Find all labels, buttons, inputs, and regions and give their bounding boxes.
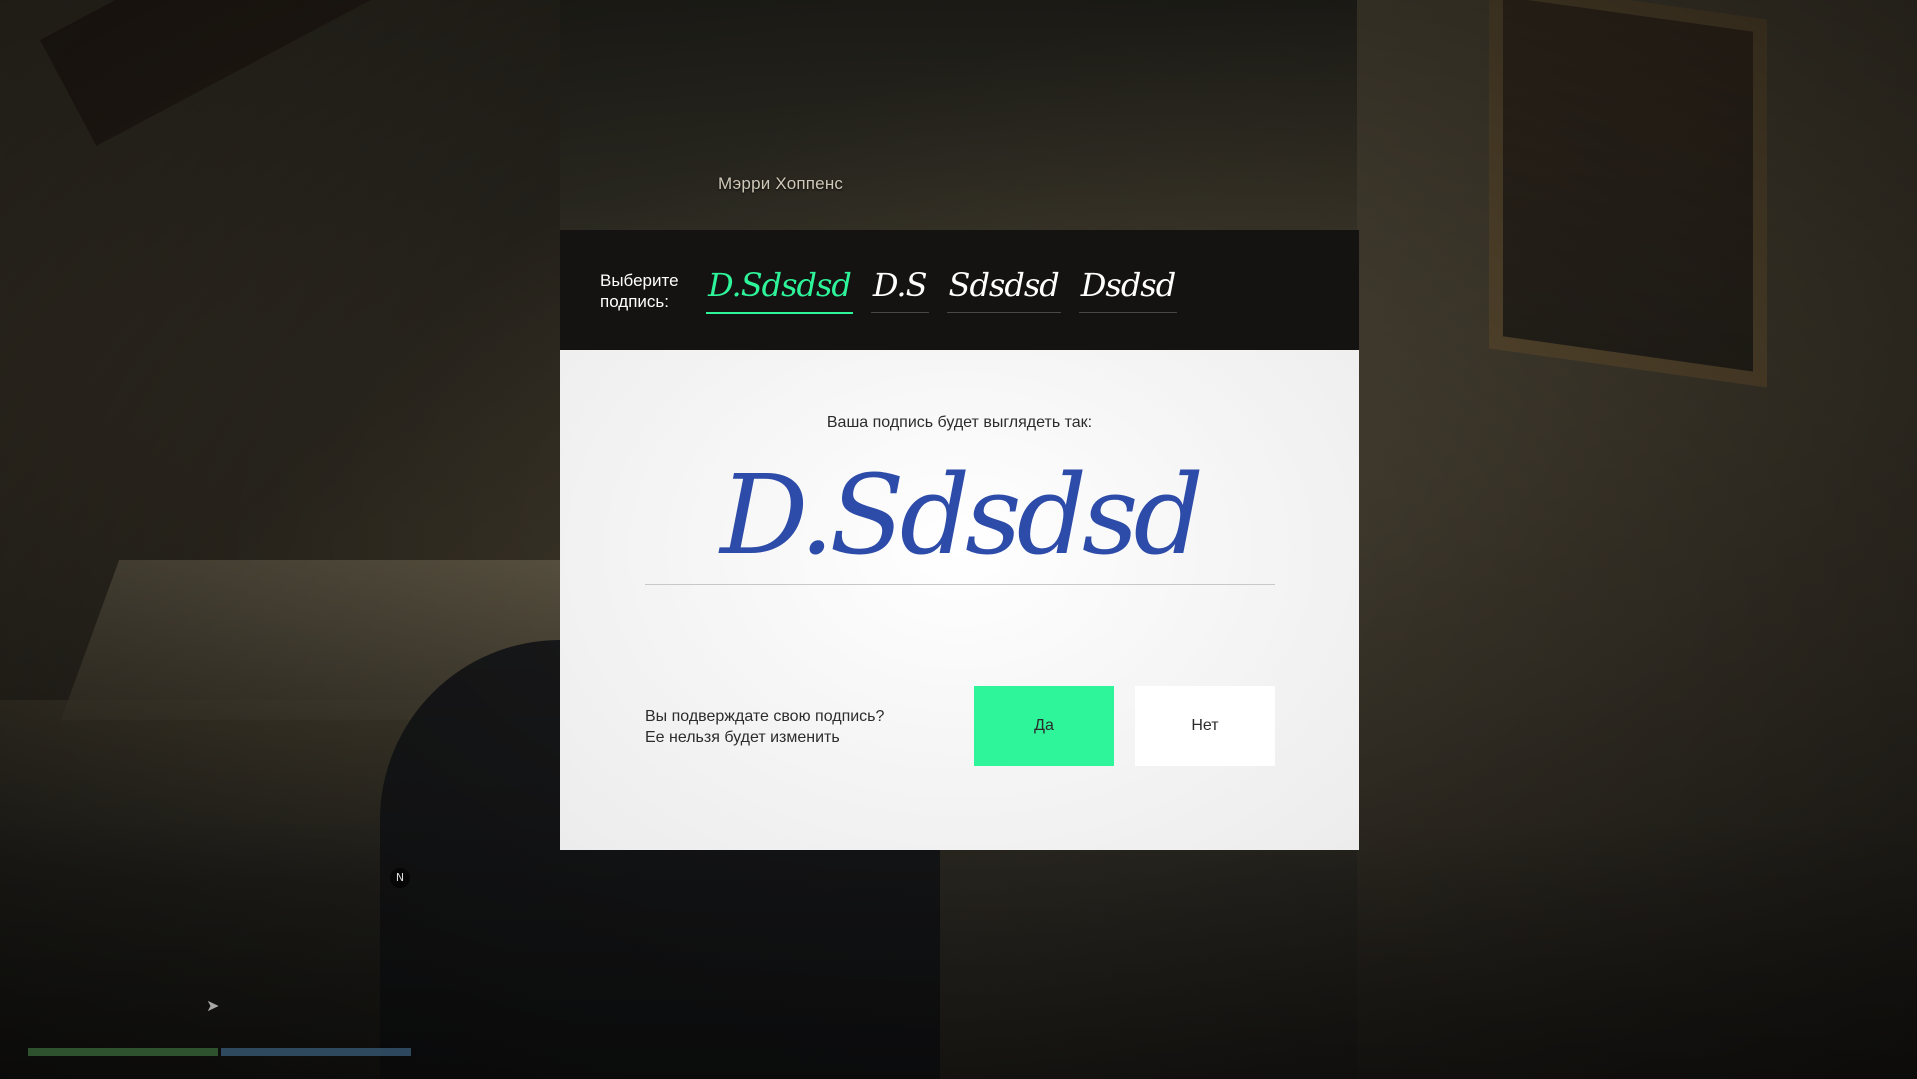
signature-option-2[interactable]: D.S bbox=[870, 264, 929, 313]
background-desk bbox=[60, 560, 640, 720]
signature-options: D.Sdsdsd D.S Sdsdsd Dsdsd bbox=[706, 264, 1178, 324]
background-staircase bbox=[40, 0, 556, 146]
signature-dialog: Выберите подпись: D.Sdsdsd D.S Sdsdsd Ds… bbox=[560, 230, 1359, 850]
confirm-yes-button[interactable]: Да bbox=[974, 686, 1114, 766]
background-painting bbox=[1489, 0, 1767, 388]
health-bar bbox=[28, 1048, 218, 1056]
player-arrow-icon: ➤ bbox=[206, 996, 220, 1015]
minimap-north-indicator: N bbox=[390, 868, 410, 888]
signature-dialog-body: Ваша подпись будет выглядеть так: D.Sdsd… bbox=[560, 350, 1359, 850]
npc-name-tag: Мэрри Хоппенс bbox=[718, 174, 844, 193]
signature-option-4[interactable]: Dsdsd bbox=[1078, 264, 1178, 313]
signature-option-3[interactable]: Sdsdsd bbox=[946, 264, 1061, 313]
hud-status-bars bbox=[28, 1048, 412, 1056]
confirm-question: Вы подверждате свою подпись? Ее нельзя б… bbox=[645, 706, 965, 748]
signature-dialog-header: Выберите подпись: D.Sdsdsd D.S Sdsdsd Ds… bbox=[560, 230, 1359, 350]
confirm-no-button[interactable]: Нет bbox=[1135, 686, 1275, 766]
signature-baseline bbox=[645, 584, 1275, 585]
background-wall-left bbox=[0, 0, 560, 700]
confirm-question-line2: Ее нельзя будет изменить bbox=[645, 729, 840, 746]
signature-preview: D.Sdsdsd bbox=[720, 451, 1204, 579]
background-wall-right bbox=[1357, 0, 1917, 1079]
choose-signature-label: Выберите подпись: bbox=[600, 271, 679, 311]
armor-bar bbox=[221, 1048, 411, 1056]
background-floor bbox=[0, 819, 1917, 1079]
preview-caption: Ваша подпись будет выглядеть так: bbox=[826, 414, 1093, 431]
signature-option-1[interactable]: D.Sdsdsd bbox=[706, 264, 853, 314]
confirm-question-line1: Вы подверждате свою подпись? bbox=[645, 708, 885, 725]
